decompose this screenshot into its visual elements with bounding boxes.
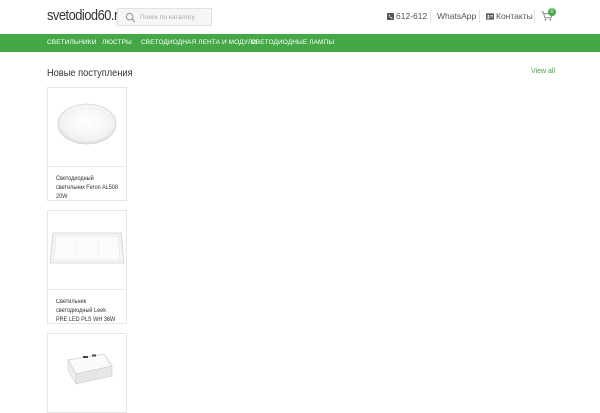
nav-item-chandeliers[interactable]: Люстры — [102, 39, 132, 46]
search-input[interactable] — [140, 10, 210, 24]
header-divider — [430, 10, 431, 23]
search-box[interactable] — [117, 8, 212, 26]
product-card[interactable]: Светодиодный светильник Feron AL508 20W — [47, 87, 127, 201]
site-header: svetodiod60.ru 612-612 WhatsApp Контакты — [0, 0, 600, 34]
product-card[interactable] — [47, 333, 127, 413]
contact-card-icon — [486, 12, 494, 20]
view-all-link[interactable]: View all — [531, 68, 555, 75]
product-card[interactable]: Светильник светодиодный Leek PRE LED PLS… — [47, 210, 127, 324]
site-logo[interactable]: svetodiod60.ru — [47, 7, 125, 24]
cart-count-badge: 0 — [548, 8, 556, 16]
card-divider — [48, 289, 126, 290]
phone-link[interactable]: 612-612 — [387, 11, 427, 21]
square-surface-light-icon[interactable] — [48, 334, 126, 412]
round-panel-light-icon[interactable] — [48, 88, 126, 166]
product-name[interactable]: Светодиодный светильник Feron AL508 20W — [56, 175, 119, 202]
main-nav: Светильники Люстры Светодиодная лента и … — [0, 34, 600, 52]
whatsapp-link[interactable]: WhatsApp — [437, 11, 476, 21]
square-panel-light-icon[interactable] — [48, 211, 126, 289]
nav-item-led-lamps[interactable]: Светодиодные лампы — [251, 39, 334, 46]
header-divider — [534, 10, 535, 23]
phone-icon — [387, 12, 394, 20]
nav-item-lights[interactable]: Светильники — [47, 39, 96, 46]
card-divider — [48, 166, 126, 167]
section-title: Новые поступления — [47, 67, 133, 79]
nav-item-led-strip[interactable]: Светодиодная лента и модули — [141, 39, 257, 46]
header-divider — [479, 10, 480, 23]
search-icon[interactable] — [125, 12, 136, 23]
product-name[interactable]: Светильник светодиодный Leek PRE LED PLS… — [56, 298, 119, 325]
phone-number: 612-612 — [396, 11, 428, 21]
whatsapp-label: WhatsApp — [437, 11, 477, 21]
contacts-label: Контакты — [496, 11, 533, 21]
contacts-link[interactable]: Контакты — [486, 11, 533, 21]
